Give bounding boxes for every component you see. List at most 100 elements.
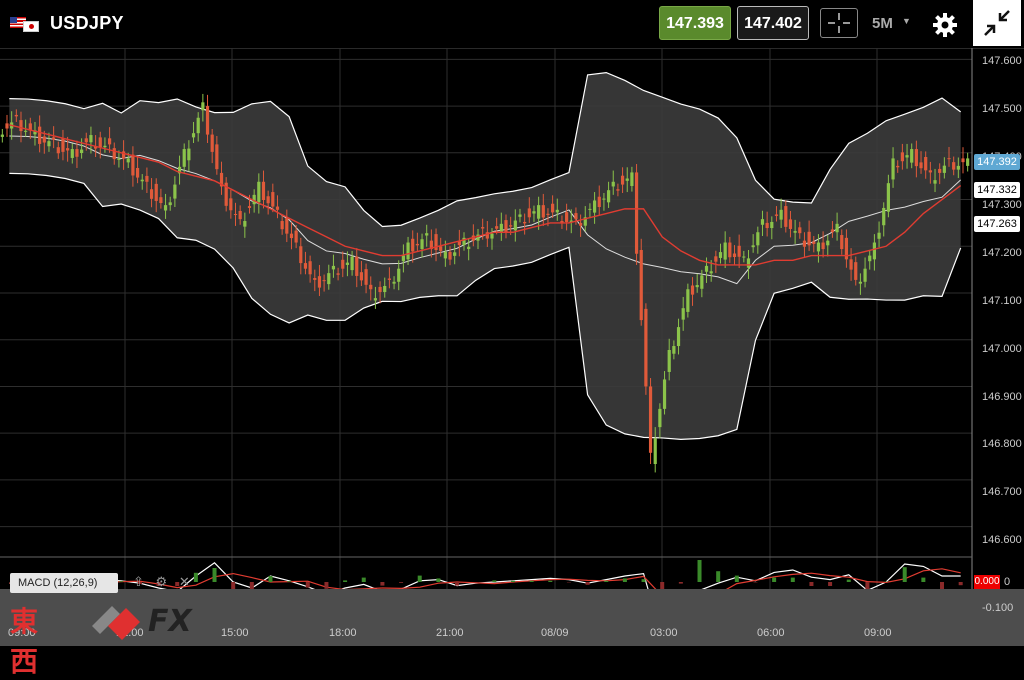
candle-body — [896, 166, 899, 167]
candle-body — [770, 222, 773, 228]
candle-body — [714, 256, 717, 261]
macd-indicator-controls: ⇧ ⚙ ✕ — [133, 574, 190, 590]
candle-body — [89, 135, 92, 142]
candle-body — [206, 106, 209, 135]
candle-body — [663, 379, 666, 408]
macd-histogram-bar — [772, 578, 776, 582]
candle-body — [290, 234, 293, 238]
candle-body — [304, 263, 307, 269]
candle-body — [495, 226, 498, 229]
candle-body — [947, 158, 950, 159]
candle-body — [234, 214, 237, 215]
time-label: 21:00 — [436, 627, 464, 639]
candle-body — [752, 245, 755, 247]
candle-body — [668, 350, 671, 372]
candle-body — [929, 170, 932, 172]
candle-body — [658, 409, 661, 427]
move-up-icon[interactable]: ⇧ — [133, 574, 144, 589]
candle-body — [374, 298, 377, 300]
gear-icon[interactable]: ⚙ — [156, 574, 168, 589]
candle-body — [537, 205, 540, 219]
candle-body — [248, 206, 251, 208]
candle-body — [826, 241, 829, 246]
price-chart[interactable] — [0, 0, 1024, 646]
macd-histogram-bar — [716, 571, 720, 582]
candle-body — [635, 172, 638, 253]
macd-indicator-label[interactable]: MACD (12,26,9) — [10, 573, 118, 593]
candle-body — [192, 133, 195, 137]
moving-average-tag: 147.332 — [974, 182, 1020, 198]
candle-body — [905, 155, 908, 157]
macd-histogram-bar — [194, 573, 198, 582]
candle-body — [276, 207, 279, 210]
candle-body — [57, 147, 60, 153]
macd-histogram-bar — [698, 560, 702, 582]
candle-body — [500, 224, 503, 233]
candle-body — [705, 266, 708, 272]
time-label: 18:00 — [329, 627, 357, 639]
time-label: 03:00 — [650, 627, 678, 639]
candle-body — [159, 197, 162, 203]
price-label: 147.300 — [982, 199, 1022, 211]
candle-body — [509, 225, 512, 226]
candle-body — [19, 120, 22, 131]
price-label: 147.000 — [982, 343, 1022, 355]
candle-body — [794, 231, 797, 233]
candle-body — [808, 232, 811, 246]
candle-body — [784, 206, 787, 227]
candle-body — [933, 180, 936, 184]
time-label: 06:00 — [757, 627, 785, 639]
candle-body — [229, 198, 232, 210]
macd-histogram-bar — [455, 582, 459, 586]
candle-body — [588, 209, 591, 210]
candle-body — [61, 138, 64, 152]
candle-body — [812, 242, 815, 244]
candle-body — [341, 260, 344, 269]
candle-body — [915, 149, 918, 166]
candle-body — [574, 213, 577, 219]
candle-body — [313, 278, 316, 280]
close-icon[interactable]: ✕ — [179, 574, 190, 589]
candle-body — [47, 141, 50, 146]
candle-body — [43, 136, 46, 142]
candle-body — [215, 144, 218, 169]
candle-body — [966, 158, 969, 165]
candle-body — [640, 250, 643, 320]
macd-histogram-bar — [119, 581, 123, 582]
candle-body — [52, 137, 55, 139]
candle-body — [803, 241, 806, 247]
candle-body — [211, 135, 214, 152]
candle-body — [518, 214, 521, 216]
candle-body — [514, 221, 517, 231]
candle-body — [616, 189, 619, 190]
price-label: 147.200 — [982, 247, 1022, 259]
time-label: 08/09 — [541, 627, 569, 639]
candle-body — [849, 259, 852, 269]
price-label: 147.100 — [982, 295, 1022, 307]
candle-body — [854, 262, 857, 280]
candle-body — [402, 256, 405, 262]
candle-body — [621, 176, 624, 185]
candle-body — [672, 346, 675, 354]
lower-band-tag: 147.263 — [974, 216, 1020, 232]
candle-body — [416, 244, 419, 245]
candle-body — [99, 137, 102, 147]
candle-body — [360, 272, 363, 280]
candle-body — [1, 135, 4, 137]
macd-zero-label: 0 — [1004, 576, 1010, 588]
candle-body — [332, 266, 335, 270]
candle-body — [957, 166, 960, 170]
candle-body — [420, 239, 423, 249]
macd-histogram-bar — [847, 580, 851, 582]
price-label: 146.800 — [982, 438, 1022, 450]
candle-body — [66, 148, 69, 150]
candle-body — [961, 158, 964, 162]
candle-body — [155, 184, 158, 201]
candle-body — [798, 227, 801, 233]
price-label: 147.500 — [982, 103, 1022, 115]
candle-body — [775, 214, 778, 215]
candle-body — [448, 252, 451, 260]
candle-body — [644, 309, 647, 387]
candle-body — [164, 205, 167, 210]
macd-histogram-bar — [530, 581, 534, 582]
